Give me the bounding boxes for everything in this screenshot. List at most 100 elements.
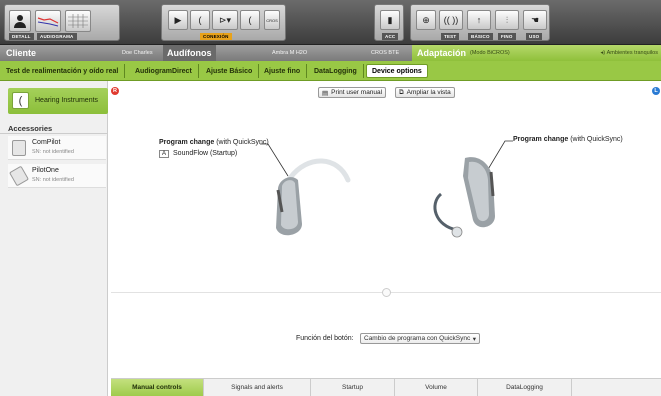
fine-button[interactable]: ⫶ <box>495 10 519 30</box>
cros-button[interactable]: CROS <box>264 10 280 30</box>
accessory-name: PilotOne <box>32 167 59 174</box>
uso-label: USO <box>526 33 543 40</box>
target-icon: ⊕ <box>422 14 430 25</box>
tab-feedback-test[interactable]: Test de realimentación y oído real <box>6 64 126 78</box>
print-user-manual-button[interactable]: ▤ Print user manual <box>318 87 387 98</box>
adaptacion-title: Adaptación <box>417 48 467 58</box>
basico-label: BÁSICO <box>468 33 493 40</box>
cliente-section[interactable]: Cliente <box>6 45 36 61</box>
tab-ajuste-fino[interactable]: Ajuste fino <box>264 64 308 78</box>
hearing-aid-right-button[interactable]: ( <box>240 10 260 30</box>
tab-signals-alerts[interactable]: Signals and alerts <box>204 379 311 396</box>
hearing-instruments-label: Hearing Instruments <box>35 97 99 104</box>
detail-label: DETALL <box>9 33 34 40</box>
audifonos-title: Audífonos <box>167 48 212 58</box>
adaptacion-section[interactable]: Adaptación (Modo BiCROS) ◂) Ambientes tra… <box>412 45 661 61</box>
audifonos-section[interactable]: Audífonos <box>163 45 216 61</box>
main-toolbar: DETALL AUDIOGRAMA ▶ ( ⊳▾ ( CROS CONEXIÓN… <box>0 0 661 45</box>
program-title: Program change <box>159 139 215 146</box>
cros-bte-label: CROS BTE <box>371 50 400 56</box>
accessory-sn: SN: not identified <box>32 149 74 155</box>
play-button[interactable]: ▶ <box>168 10 188 30</box>
grid-view-button[interactable] <box>65 10 91 32</box>
tab-volume[interactable]: Volume <box>395 379 478 396</box>
test-label: TEST <box>441 33 460 40</box>
ears-icon: (( )) <box>443 15 459 25</box>
tab-ajuste-basico[interactable]: Ajuste Básico <box>206 64 260 78</box>
usage-button[interactable]: ☚ <box>523 10 547 30</box>
button-function-label: Función del botón: <box>296 335 354 342</box>
environment-label: Ambientes tranquilos <box>606 50 658 56</box>
test-button[interactable]: (( )) <box>439 10 463 30</box>
tab-datalogging-bottom[interactable]: DataLogging <box>478 379 572 396</box>
fitting-toolbar-group: ⊕ (( )) ↑ ⫶ ☚ TEST BÁSICO FINO USO <box>410 4 550 41</box>
cros-bte-section: CROS BTE <box>371 45 399 61</box>
tab-datalogging[interactable]: DataLogging <box>314 64 364 78</box>
device-model: Ambra M H2O <box>272 50 308 56</box>
hearing-aid-right-icon: ( <box>248 15 252 25</box>
right-program-label: Program change (with QuickSync) <box>513 136 623 143</box>
connection-toolbar-group: ▶ ( ⊳▾ ( CROS CONEXIÓN <box>161 4 286 41</box>
mode-label: (Modo BiCROS) <box>470 50 510 56</box>
tab-device-options[interactable]: Device options <box>366 64 428 78</box>
button-function-value: Cambio de programa con QuickSync <box>364 335 471 342</box>
play-icon: ▶ <box>174 14 182 25</box>
zoom-icon: ⧉ <box>399 88 404 96</box>
zoom-label: Ampliar la vista <box>406 89 451 96</box>
accessory-name: ComPilot <box>32 139 61 146</box>
device-model-section: Ambra M H2O <box>272 45 307 61</box>
fitting-tabs: Test de realimentación y oído real Audio… <box>0 61 661 81</box>
accessory-button[interactable]: ▮ <box>380 10 400 30</box>
tab-manual-controls[interactable]: Manual controls <box>111 379 204 396</box>
hearing-aid-icon: ( <box>198 15 202 25</box>
hearing-instruments-item[interactable]: ( Hearing Instruments <box>8 88 108 114</box>
zoom-view-button[interactable]: ⧉ Ampliar la vista <box>395 87 455 98</box>
cliente-title: Cliente <box>6 48 37 58</box>
client-toolbar-group: DETALL AUDIOGRAMA <box>4 4 120 41</box>
printer-icon: ▤ <box>322 89 329 97</box>
accessories-title: Accessories <box>8 124 53 133</box>
accessories-toolbar-group: ▮ ACC <box>374 4 404 41</box>
client-name: Doe Charles <box>122 50 153 56</box>
sliders-icon: ⫶ <box>505 14 509 25</box>
pilotone-icon <box>8 165 30 187</box>
program-letter: A <box>159 150 170 158</box>
program-suffix: (with QuickSync) <box>570 136 623 143</box>
hand-icon: ☚ <box>530 14 540 25</box>
audiogram-button[interactable] <box>35 10 61 32</box>
connector-icon: ⊳▾ <box>218 14 232 25</box>
left-hearing-aid-image <box>276 158 351 236</box>
program-name: SoundFlow (Startup) <box>173 150 238 157</box>
grid-icon <box>68 14 88 28</box>
right-ear-indicator: R <box>111 87 119 95</box>
cros-label: CROS <box>266 17 278 23</box>
collapse-handle[interactable] <box>382 288 391 297</box>
accessories-divider <box>0 133 108 134</box>
left-ear-indicator: L <box>652 87 660 95</box>
person-icon <box>14 15 26 28</box>
connector-button[interactable]: ⊳▾ <box>212 10 238 30</box>
acc-label: ACC <box>382 33 399 40</box>
audiogram-label: AUDIOGRAMA <box>37 33 77 40</box>
remote-icon: ▮ <box>387 14 393 25</box>
tab-audiogramdirect[interactable]: AudiogramDirect <box>135 64 199 78</box>
program-title: Program change <box>513 136 569 143</box>
target-button[interactable]: ⊕ <box>416 10 436 30</box>
button-function-select[interactable]: Cambio de programa con QuickSync ▾ <box>360 333 480 344</box>
hearing-aid-icon: ( <box>12 92 29 109</box>
program-entry: A SoundFlow (Startup) <box>159 150 237 158</box>
right-hearing-aid-image <box>433 157 495 238</box>
chevron-down-icon: ▾ <box>472 335 476 343</box>
compilot-icon <box>12 140 26 156</box>
tab-startup[interactable]: Startup <box>311 379 395 396</box>
accessory-item-compilot[interactable]: ComPilot SN: not identified <box>8 136 106 160</box>
arrow-up-icon: ↑ <box>476 15 482 25</box>
left-program-label: Program change (with QuickSync) <box>159 139 269 146</box>
print-label: Print user manual <box>331 89 383 96</box>
section-header: Cliente Doe Charles Audífonos Ambra M H2… <box>0 45 661 61</box>
basic-button[interactable]: ↑ <box>467 10 491 30</box>
client-detail-button[interactable] <box>9 10 31 32</box>
client-name-section: Doe Charles <box>122 45 153 61</box>
hearing-aid-button[interactable]: ( <box>190 10 210 30</box>
accessory-item-pilotone[interactable]: PilotOne SN: not identified <box>8 164 106 188</box>
